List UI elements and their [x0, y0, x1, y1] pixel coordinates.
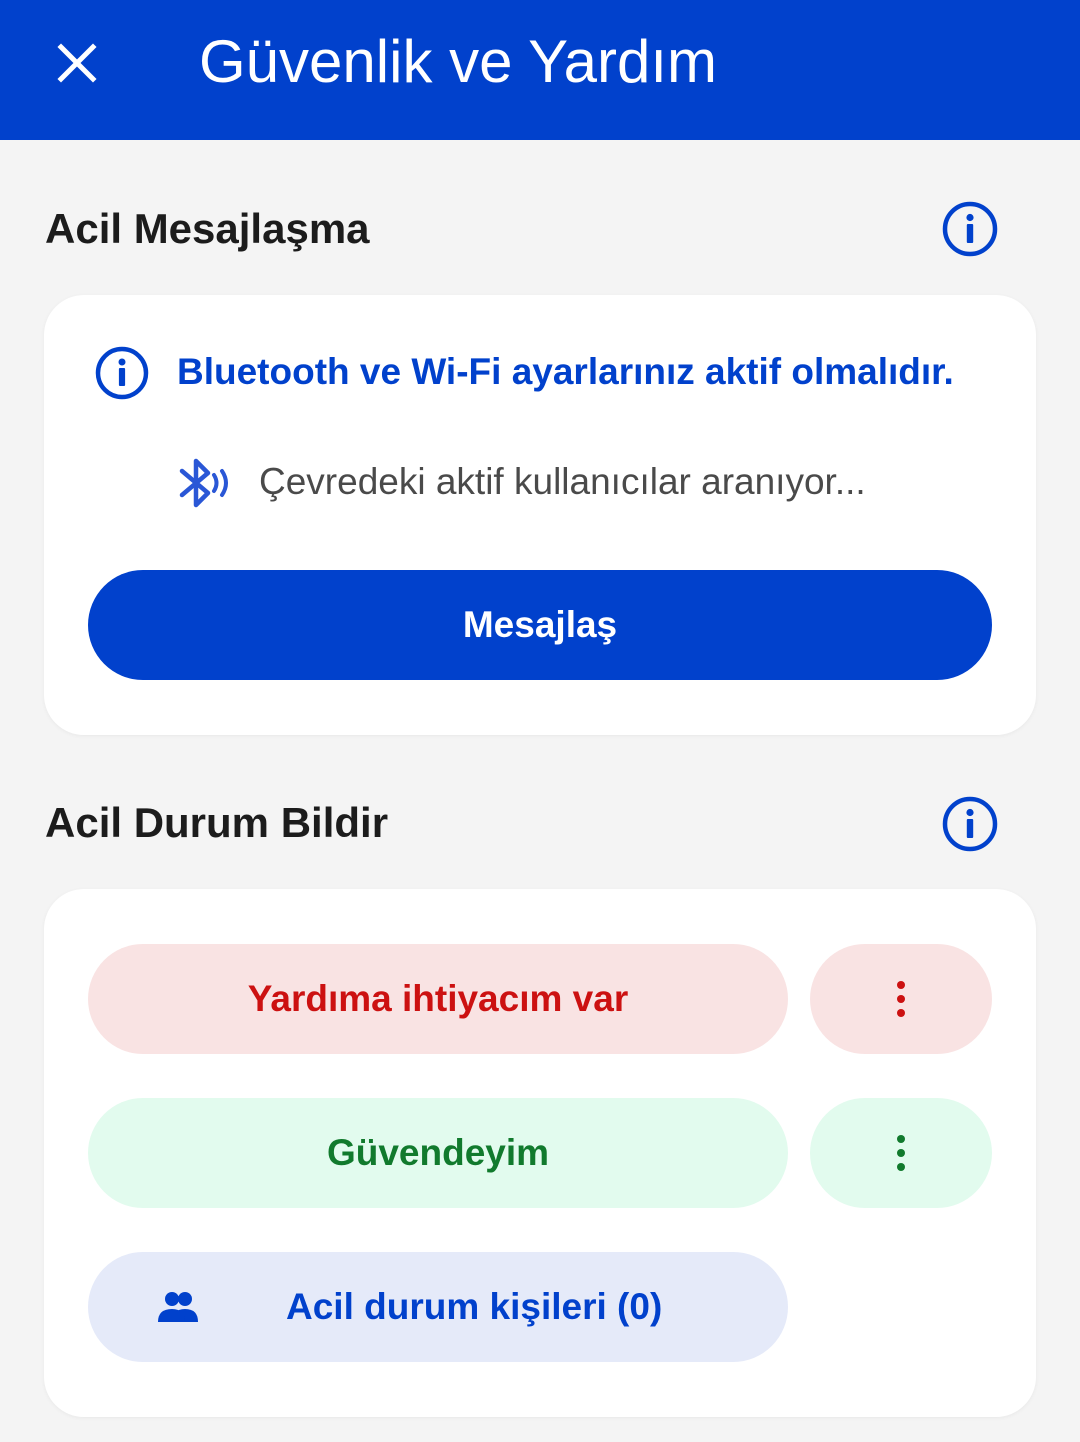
need-help-button[interactable]: Yardıma ihtiyacım var — [88, 944, 788, 1054]
section-title-emergency-messaging: Acil Mesajlaşma — [45, 205, 370, 252]
more-vertical-icon — [897, 1135, 905, 1171]
messaging-card: Bluetooth ve Wi-Fi ayarlarınız aktif olm… — [44, 295, 1036, 735]
more-vertical-icon — [897, 981, 905, 1017]
app-bar: Güvenlik ve Yardım — [0, 0, 1080, 140]
need-help-more-button[interactable] — [810, 944, 992, 1054]
searching-status-text: Çevredeki aktif kullanıcılar aranıyor... — [259, 461, 866, 502]
emergency-report-card: Yardıma ihtiyacım var Güvendeyim Acil du… — [44, 889, 1036, 1417]
emergency-contacts-label: Acil durum kişileri (0) — [286, 1286, 663, 1327]
notice-info-icon — [92, 343, 152, 403]
bluetooth-searching-icon — [179, 458, 228, 508]
close-icon — [57, 43, 97, 83]
bluetooth-wifi-notice: Bluetooth ve Wi-Fi ayarlarınız aktif olm… — [177, 351, 954, 392]
page-title: Güvenlik ve Yardım — [199, 28, 717, 95]
im-safe-more-button[interactable] — [810, 1098, 992, 1208]
close-button[interactable] — [44, 30, 110, 96]
section-title-report-emergency: Acil Durum Bildir — [45, 799, 389, 846]
messaging-info-button[interactable] — [940, 199, 1000, 259]
info-icon — [942, 201, 998, 257]
emergency-info-button[interactable] — [940, 794, 1000, 854]
message-button[interactable]: Mesajlaş — [88, 570, 992, 680]
im-safe-button[interactable]: Güvendeyim — [88, 1098, 788, 1208]
emergency-contacts-button[interactable]: Acil durum kişileri (0) — [88, 1252, 788, 1362]
info-icon — [942, 796, 998, 852]
people-icon — [158, 1292, 198, 1322]
